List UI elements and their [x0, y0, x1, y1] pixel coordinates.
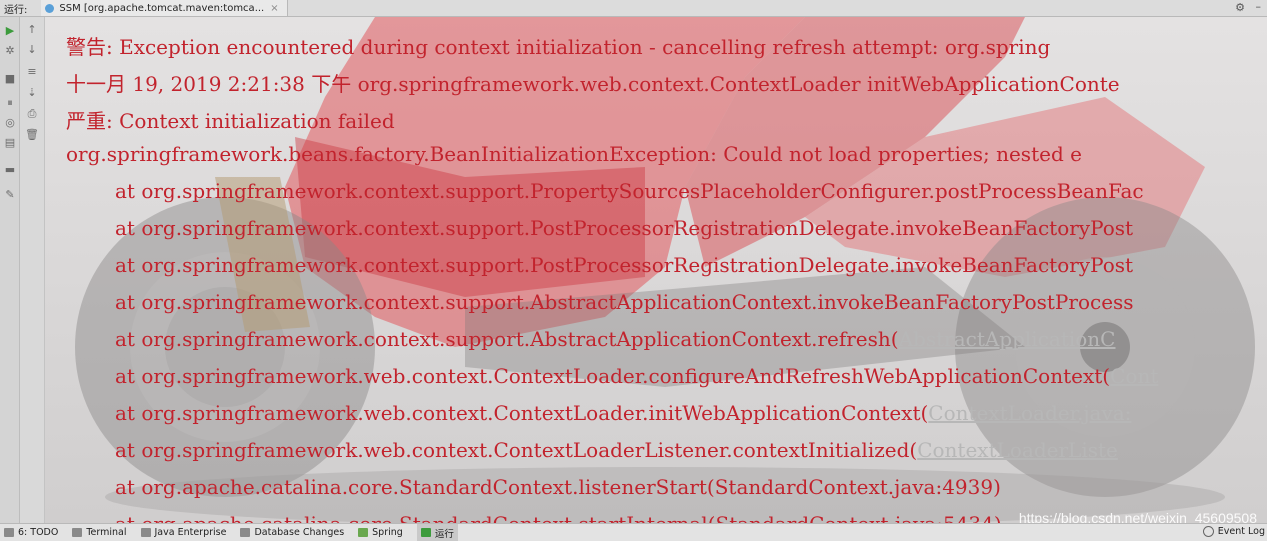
tab-label: Database Changes — [254, 527, 345, 538]
tab-ssm-run[interactable]: SSM [org.apache.tomcat.maven:tomca... × — [41, 0, 288, 16]
log-line: org.springframework.beans.factory.BeanIn… — [66, 142, 1082, 166]
log-line: at org.springframework.web.context.Conte… — [115, 438, 1118, 462]
tab-terminal[interactable]: Terminal — [72, 527, 127, 538]
soft-wrap-icon[interactable]: ≡ — [25, 66, 39, 78]
log-line: at org.springframework.context.support.P… — [115, 216, 1134, 240]
layout-icon[interactable]: ▤ — [3, 137, 17, 149]
java-enterprise-icon — [140, 528, 151, 537]
log-line: 严重: Context initialization failed — [66, 109, 395, 133]
log-lines: 警告: Exception encountered during context… — [45, 17, 1267, 523]
camera-icon[interactable]: ◎ — [3, 117, 17, 129]
run-toolbar: 运行: SSM [org.apache.tomcat.maven:tomca..… — [0, 0, 1267, 17]
close-icon[interactable]: × — [270, 3, 278, 14]
source-link[interactable]: ContextLoader.java: — [928, 401, 1131, 425]
tab-spring[interactable]: Spring — [358, 527, 403, 538]
trash-icon[interactable]: 🗑 — [25, 129, 39, 141]
source-link[interactable]: AbstractApplicationC — [899, 327, 1116, 351]
run-actions-toolbar: ▶ ✲ ■ ⏸ ◎ ▤ ▬ ✎ — [0, 17, 20, 523]
tab-label: 运行 — [434, 528, 454, 540]
run-config-icon — [45, 3, 55, 13]
run-label: 运行: — [4, 4, 28, 16]
pin-icon[interactable]: ✎ — [3, 189, 17, 201]
tab-run[interactable]: 运行 — [416, 524, 458, 541]
log-line: at org.springframework.context.support.A… — [115, 290, 1134, 314]
down-arrow-icon[interactable]: ↓ — [25, 44, 39, 56]
debug-icon[interactable]: ✲ — [3, 45, 17, 57]
log-line: at org.springframework.context.support.P… — [115, 253, 1134, 277]
tab-label: Spring — [372, 527, 403, 538]
database-icon — [240, 528, 251, 537]
event-log-icon — [1202, 526, 1214, 537]
event-log-button[interactable]: Event Log — [1202, 526, 1265, 537]
minimize-icon[interactable]: – — [1256, 0, 1262, 13]
tab-label: 6: TODO — [18, 527, 59, 538]
log-line: 十一月 19, 2019 2:21:38 下午 org.springframew… — [66, 72, 1120, 96]
log-line: at org.springframework.context.support.P… — [115, 179, 1144, 203]
todo-icon — [4, 528, 14, 537]
print-icon[interactable]: ⎙ — [25, 108, 39, 120]
event-log-label: Event Log — [1217, 526, 1265, 537]
run-icon — [420, 528, 431, 537]
tab-java-enterprise[interactable]: Java Enterprise — [140, 527, 227, 538]
log-line: at org.apache.catalina.core.StandardCont… — [115, 475, 1001, 499]
spring-icon — [358, 528, 369, 537]
pause-icon[interactable]: ⏸ — [3, 97, 17, 109]
tab-title: SSM [org.apache.tomcat.maven:tomca... — [59, 2, 265, 14]
tab-database-changes[interactable]: Database Changes — [240, 527, 344, 538]
source-link[interactable]: Cont — [1110, 364, 1158, 388]
log-line: at org.apache.catalina.core.StandardCont… — [115, 512, 1002, 523]
gear-icon[interactable]: ⚙ — [1235, 1, 1245, 14]
tab-todo[interactable]: 6: TODO — [4, 527, 58, 538]
stop-icon[interactable]: ■ — [3, 73, 17, 85]
watermark: https://blog.csdn.net/weixin_45609508 — [1018, 510, 1257, 523]
up-arrow-icon[interactable]: ↑ — [25, 24, 39, 36]
scroll-to-end-icon[interactable]: ⇣ — [25, 87, 39, 99]
tab-label: Java Enterprise — [154, 527, 227, 538]
restore-layout-icon[interactable]: ▬ — [3, 164, 17, 176]
tab-label: Terminal — [86, 527, 127, 538]
terminal-icon — [72, 528, 83, 537]
console-output[interactable]: 警告: Exception encountered during context… — [45, 17, 1267, 523]
log-line: at org.springframework.web.context.Conte… — [115, 364, 1159, 388]
log-line: at org.springframework.context.support.A… — [115, 327, 1116, 351]
console-actions-toolbar: ↑ ↓ ≡ ⇣ ⎙ 🗑 — [20, 17, 45, 523]
tool-window-bar: 6: TODO Terminal Java Enterprise Databas… — [0, 523, 1267, 541]
source-link[interactable]: ContextLoaderListe — [917, 438, 1118, 462]
log-line: 警告: Exception encountered during context… — [66, 35, 1051, 59]
log-line: at org.springframework.web.context.Conte… — [115, 401, 1132, 425]
rerun-icon[interactable]: ▶ — [3, 25, 17, 37]
